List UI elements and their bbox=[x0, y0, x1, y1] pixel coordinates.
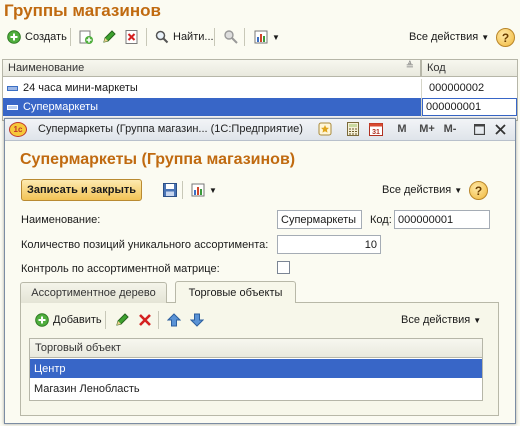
search-icon bbox=[154, 29, 170, 45]
delete-button[interactable] bbox=[120, 27, 144, 47]
control-label: Контроль по ассортиментной матрице: bbox=[21, 263, 220, 275]
dialog-titlebar[interactable]: 1c Супермаркеты (Группа магазин... (1С:П… bbox=[5, 119, 515, 141]
search-cancel-icon bbox=[223, 29, 239, 45]
code-label: Код: bbox=[370, 214, 392, 226]
add-copy-button[interactable] bbox=[74, 27, 98, 47]
calendar-icon[interactable]: 31 bbox=[368, 121, 384, 137]
dialog-window-title: Супермаркеты (Группа магазин... (1С:Пред… bbox=[38, 123, 303, 135]
page-title: Группы магазинов bbox=[4, 1, 161, 20]
qty-field[interactable]: 10 bbox=[277, 235, 381, 254]
table-row-selected[interactable]: Супермаркеты bbox=[3, 98, 421, 116]
toolbar-separator bbox=[146, 28, 147, 46]
all-actions-label: Все действия bbox=[409, 31, 479, 43]
svg-text:31: 31 bbox=[372, 129, 380, 136]
chart-icon bbox=[190, 182, 206, 198]
all-actions-button[interactable]: Все действия ▼ bbox=[378, 180, 466, 200]
chevron-down-icon: ▼ bbox=[454, 185, 463, 195]
create-label: Создать bbox=[25, 31, 67, 43]
move-up-button[interactable] bbox=[162, 310, 186, 330]
name-field[interactable]: Супермаркеты bbox=[277, 210, 362, 229]
chevron-down-icon: ▼ bbox=[209, 185, 217, 195]
sort-icon: ≜ bbox=[405, 61, 414, 72]
create-button[interactable]: Создать bbox=[2, 27, 71, 47]
toolbar-separator bbox=[214, 28, 215, 46]
qty-label: Количество позиций уникального ассортиме… bbox=[21, 239, 269, 251]
report-menu-button[interactable]: ▼ bbox=[186, 180, 221, 200]
tab-trade-objects[interactable]: Торговые объекты bbox=[175, 281, 296, 303]
column-header-trade-object[interactable]: Торговый объект bbox=[29, 338, 483, 358]
pencil-icon bbox=[101, 29, 117, 45]
table-row[interactable]: Магазин Ленобласть bbox=[30, 379, 482, 398]
memory-plus-button[interactable]: M+ bbox=[416, 121, 438, 137]
move-down-button[interactable] bbox=[185, 310, 209, 330]
maximize-icon[interactable] bbox=[471, 121, 487, 137]
report-menu-button[interactable]: ▼ bbox=[249, 27, 284, 47]
plus-circle-icon bbox=[34, 312, 50, 328]
memory-m-button[interactable]: M bbox=[394, 121, 410, 137]
calculator-icon[interactable] bbox=[345, 121, 361, 137]
table-row[interactable]: 24 часа мини-маркеты 000000002 bbox=[3, 79, 517, 97]
toolbar-separator bbox=[182, 181, 183, 199]
1c-logo-icon: 1c bbox=[9, 122, 27, 137]
save-button[interactable] bbox=[158, 180, 182, 200]
group-icon bbox=[7, 85, 18, 91]
help-button[interactable]: ? bbox=[496, 28, 515, 47]
control-checkbox[interactable] bbox=[277, 261, 290, 274]
edit-button[interactable] bbox=[110, 310, 134, 330]
column-header-name[interactable]: Наименование ≜ bbox=[2, 59, 421, 77]
chevron-down-icon: ▼ bbox=[481, 32, 490, 42]
arrow-down-icon bbox=[189, 312, 205, 328]
close-icon[interactable] bbox=[492, 121, 508, 137]
edit-button[interactable] bbox=[97, 27, 121, 47]
find-button[interactable]: Найти... bbox=[150, 27, 218, 47]
table-cell-code[interactable]: 000000001 bbox=[422, 98, 517, 116]
form-title: Супермаркеты (Группа магазинов) bbox=[20, 151, 296, 168]
delete-mark-icon bbox=[124, 29, 140, 45]
arrow-up-icon bbox=[166, 312, 182, 328]
pencil-icon bbox=[114, 312, 130, 328]
cancel-search-button[interactable] bbox=[219, 27, 243, 47]
toolbar-separator bbox=[244, 28, 245, 46]
column-header-code[interactable]: Код bbox=[421, 59, 518, 77]
find-label: Найти... bbox=[173, 31, 214, 43]
help-button[interactable]: ? bbox=[469, 181, 488, 200]
save-and-close-button[interactable]: Записать и закрыть bbox=[21, 179, 143, 201]
table-row-selected[interactable]: Центр bbox=[30, 359, 482, 378]
group-icon bbox=[7, 104, 18, 110]
delete-icon bbox=[137, 312, 153, 328]
add-button[interactable]: Добавить bbox=[30, 310, 106, 330]
all-actions-button[interactable]: Все действия ▼ bbox=[397, 310, 485, 330]
toolbar-separator bbox=[70, 28, 71, 46]
add-copy-icon bbox=[78, 29, 94, 45]
floppy-disk-icon bbox=[162, 182, 178, 198]
chevron-down-icon: ▼ bbox=[272, 32, 280, 42]
toolbar-separator bbox=[158, 311, 159, 329]
code-field[interactable]: 000000001 bbox=[394, 210, 490, 229]
toolbar-separator bbox=[105, 311, 106, 329]
memory-minus-button[interactable]: M- bbox=[440, 121, 460, 137]
tab-assortment-tree[interactable]: Ассортиментное дерево bbox=[20, 282, 167, 303]
delete-button[interactable] bbox=[133, 310, 157, 330]
plus-circle-icon bbox=[6, 29, 22, 45]
chart-icon bbox=[253, 29, 269, 45]
name-label: Наименование: bbox=[21, 214, 101, 226]
favorite-icon[interactable] bbox=[317, 121, 333, 137]
all-actions-button[interactable]: Все действия ▼ bbox=[405, 27, 493, 47]
chevron-down-icon: ▼ bbox=[473, 315, 482, 325]
